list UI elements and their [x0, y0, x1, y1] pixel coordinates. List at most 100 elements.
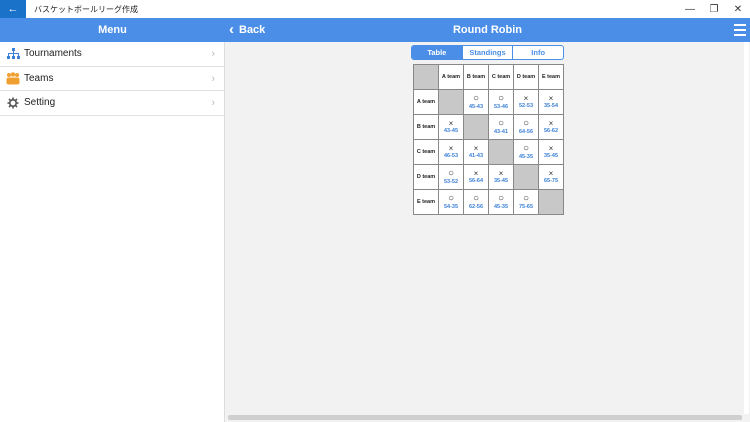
- win-circle-icon: ○: [522, 117, 530, 129]
- match-result-cell[interactable]: ○ 64-56: [513, 114, 539, 140]
- maximize-button[interactable]: ❐: [702, 0, 726, 18]
- arrow-left-icon: ←: [7, 3, 19, 15]
- row-header: B team: [413, 114, 439, 140]
- match-result-cell[interactable]: × 56-62: [538, 114, 564, 140]
- match-score: 56-64: [468, 178, 484, 184]
- match-result-cell[interactable]: ○ 45-35: [513, 139, 539, 165]
- hamburger-menu-icon[interactable]: [734, 23, 746, 37]
- match-result-cell[interactable]: × 35-54: [538, 89, 564, 115]
- view-segmented-control: Table Standings Info: [411, 45, 564, 60]
- column-header: A team: [438, 64, 464, 90]
- match-result-cell[interactable]: × 65-75: [538, 164, 564, 190]
- sidebar-item-label: Tournaments: [24, 48, 82, 60]
- loss-cross-icon: ×: [548, 94, 554, 103]
- win-circle-icon: ○: [497, 117, 505, 129]
- match-score: 45-43: [468, 103, 484, 110]
- match-score: 56-62: [543, 128, 559, 134]
- menu-title: Menu: [98, 24, 127, 36]
- tab-standings[interactable]: Standings: [461, 46, 513, 59]
- match-result-cell[interactable]: × 52-53: [513, 89, 539, 115]
- chevron-left-icon: ‹: [229, 20, 234, 38]
- match-result-cell[interactable]: ○ 45-43: [463, 89, 489, 115]
- window-back-button[interactable]: ←: [0, 0, 26, 18]
- vertical-scrollbar[interactable]: [744, 42, 749, 414]
- column-header: D team: [513, 64, 539, 90]
- loss-cross-icon: ×: [448, 119, 454, 128]
- loss-cross-icon: ×: [473, 144, 479, 153]
- main-content: Table Standings Info A team B team C team D…: [225, 42, 750, 422]
- team-icon: [6, 71, 20, 85]
- table-row: C team × 46-53 × 41-43 ○ 45-35 × 35-45: [413, 139, 564, 165]
- table-header-row: A team B team C team D team E team: [413, 64, 564, 90]
- close-button[interactable]: ✕: [726, 0, 750, 18]
- match-score: 41-43: [468, 153, 484, 159]
- chevron-right-icon: ›: [211, 72, 215, 85]
- gear-icon: [6, 96, 20, 110]
- match-score: 54-35: [443, 203, 459, 210]
- sidebar-item-tournaments[interactable]: Tournaments ›: [0, 42, 224, 67]
- row-header: C team: [413, 139, 439, 165]
- table-row: B team × 43-45 ○ 43-41 ○ 64-56 × 56-62: [413, 114, 564, 140]
- win-circle-icon: ○: [522, 142, 530, 154]
- column-header: B team: [463, 64, 489, 90]
- loss-cross-icon: ×: [473, 169, 479, 178]
- match-result-cell[interactable]: × 56-64: [463, 164, 489, 190]
- match-score: 46-53: [443, 153, 459, 159]
- match-result-cell[interactable]: × 46-53: [438, 139, 464, 165]
- bracket-icon: [6, 47, 20, 61]
- sidebar-item-label: Teams: [24, 72, 54, 84]
- loss-cross-icon: ×: [448, 144, 454, 153]
- match-result-cell[interactable]: ○ 53-46: [488, 89, 514, 115]
- win-circle-icon: ○: [472, 92, 480, 104]
- horizontal-scrollbar[interactable]: [228, 415, 742, 420]
- match-result-cell[interactable]: ○ 54-35: [438, 189, 464, 215]
- match-score: 45-35: [493, 203, 509, 210]
- sidebar-item-teams[interactable]: Teams ›: [0, 67, 224, 91]
- loss-cross-icon: ×: [548, 144, 554, 153]
- table-row: A team ○ 45-43 ○ 53-46 × 52-53 × 35-54: [413, 89, 564, 115]
- match-result-cell[interactable]: ○ 43-41: [488, 114, 514, 140]
- column-header: C team: [488, 64, 514, 90]
- sidebar-item-setting[interactable]: Setting ›: [0, 91, 224, 116]
- match-result-cell[interactable]: ○ 62-56: [463, 189, 489, 215]
- tab-info[interactable]: Info: [512, 46, 563, 59]
- self-match-cell: [463, 114, 489, 140]
- window-titlebar: ← バスケットボールリーグ作成 — ❐ ✕: [0, 0, 750, 18]
- match-score: 53-46: [493, 103, 509, 110]
- window-controls: — ❐ ✕: [678, 0, 750, 18]
- row-header: A team: [413, 89, 439, 115]
- column-header: E team: [538, 64, 564, 90]
- chevron-right-icon: ›: [211, 97, 215, 109]
- back-button[interactable]: ‹ Back: [229, 18, 265, 42]
- tab-table[interactable]: Table: [412, 46, 462, 59]
- match-result-cell[interactable]: ○ 75-65: [513, 189, 539, 215]
- win-circle-icon: ○: [497, 92, 505, 104]
- win-circle-icon: ○: [472, 192, 480, 204]
- match-result-cell[interactable]: × 35-45: [488, 164, 514, 190]
- row-header: D team: [413, 164, 439, 190]
- match-result-cell[interactable]: × 43-45: [438, 114, 464, 140]
- win-circle-icon: ○: [447, 192, 455, 204]
- match-score: 35-54: [543, 103, 559, 109]
- sidebar: Tournaments › Teams › Setting ›: [0, 42, 225, 422]
- match-score: 43-45: [443, 128, 459, 134]
- match-score: 64-56: [518, 128, 534, 135]
- match-result-cell[interactable]: ○ 45-35: [488, 189, 514, 215]
- loss-cross-icon: ×: [548, 119, 554, 128]
- win-circle-icon: ○: [522, 192, 530, 204]
- back-button-label: Back: [239, 24, 266, 36]
- self-match-cell: [488, 139, 514, 165]
- window-title: バスケットボールリーグ作成: [34, 4, 138, 14]
- chevron-right-icon: ›: [211, 48, 215, 60]
- match-score: 43-41: [493, 128, 509, 135]
- match-result-cell[interactable]: × 41-43: [463, 139, 489, 165]
- minimize-button[interactable]: —: [678, 0, 702, 18]
- match-result-cell[interactable]: × 35-45: [538, 139, 564, 165]
- match-score: 75-65: [518, 203, 534, 210]
- match-result-cell[interactable]: ○ 53-52: [438, 164, 464, 190]
- match-score: 62-56: [468, 203, 484, 210]
- match-score: 53-52: [443, 178, 459, 185]
- app-header: Menu Round Robin ‹ Back: [0, 18, 750, 42]
- loss-cross-icon: ×: [548, 169, 554, 178]
- round-robin-table: A team B team C team D team E team A team ○ 45-…: [413, 64, 564, 215]
